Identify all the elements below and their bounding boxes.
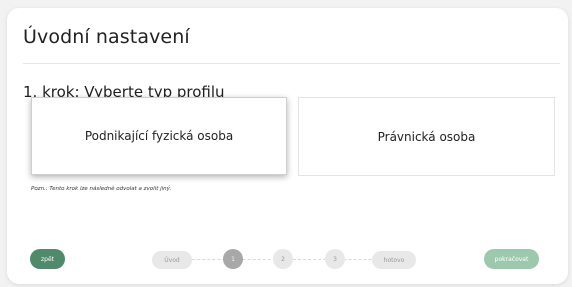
stepper-step-1[interactable]: 1 [223,249,243,269]
continue-button[interactable]: pokračovat [484,249,539,269]
stepper-end[interactable]: hotovo [372,251,416,269]
title-divider [23,63,560,64]
step-note: Pozn.: Tento krok lze následně odvolat a… [31,186,172,192]
profile-option-legal-entity[interactable]: Právnická osoba [298,97,555,176]
profile-option-legal-entity-label: Právnická osoba [377,129,476,144]
stepper-step-3[interactable]: 3 [325,249,345,269]
profile-option-individual-label: Podnikající fyzická osoba [84,129,234,143]
setup-card: Úvodní nastavení 1. krok: Vyberte typ pr… [7,8,568,284]
stepper-start[interactable]: Úvod [152,251,192,269]
back-button[interactable]: zpět [30,249,65,269]
page-title: Úvodní nastavení [23,26,190,48]
profile-option-individual[interactable]: Podnikající fyzická osoba [31,97,287,175]
stepper-step-2[interactable]: 2 [273,249,293,269]
